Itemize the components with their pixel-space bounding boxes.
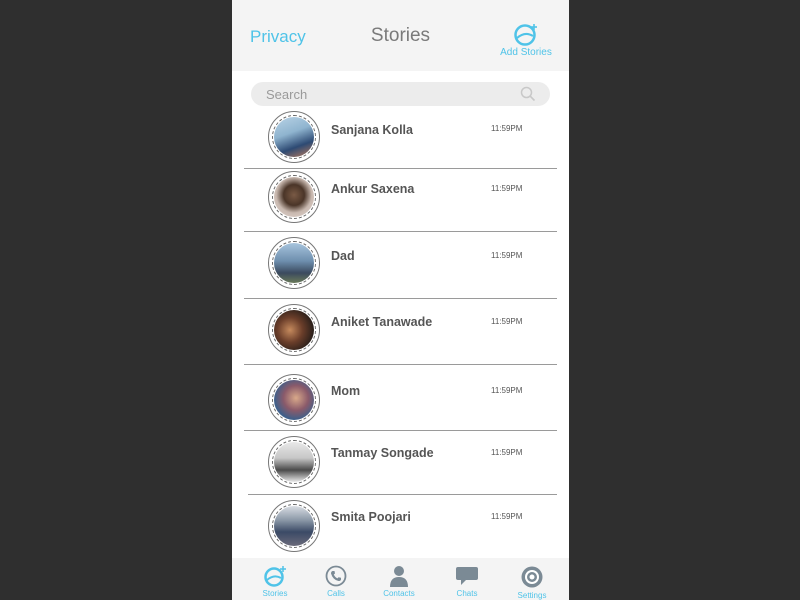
add-stories-icon <box>514 24 537 46</box>
avatar-photo <box>274 177 314 217</box>
tab-label: Chats <box>456 589 478 598</box>
tab-settings[interactable]: Settings <box>502 558 562 600</box>
story-item[interactable]: Tanmay Songade 11:59PM <box>244 436 557 492</box>
avatar-photo <box>274 442 314 482</box>
tab-label: Settings <box>517 591 547 600</box>
avatar-photo <box>274 117 314 157</box>
avatar-photo <box>274 310 314 350</box>
row-divider <box>244 364 557 365</box>
story-item[interactable]: Sanjana Kolla 11:59PM <box>244 111 557 167</box>
phone-screen: Privacy Stories Add Stories Sanjana Kol <box>232 0 569 600</box>
add-stories-button[interactable]: Add Stories <box>496 22 556 58</box>
phone-icon <box>325 565 347 587</box>
story-item[interactable]: Smita Poojari 11:59PM <box>244 500 557 556</box>
story-item[interactable]: Mom 11:59PM <box>244 374 557 428</box>
avatar <box>268 111 320 163</box>
avatar-photo <box>274 243 314 283</box>
contact-name: Dad <box>331 249 355 263</box>
row-divider <box>244 231 557 232</box>
story-item[interactable]: Ankur Saxena 11:59PM <box>244 171 557 229</box>
tab-label: Stories <box>262 589 288 598</box>
contact-name: Aniket Tanawade <box>331 315 433 329</box>
tab-contacts[interactable]: Contacts <box>369 558 429 600</box>
story-timestamp: 11:59PM <box>491 317 523 326</box>
avatar <box>268 500 320 552</box>
contact-name: Mom <box>331 384 361 398</box>
tab-chats[interactable]: Chats <box>437 558 497 600</box>
tab-label: Contacts <box>383 589 415 598</box>
avatar <box>268 304 320 356</box>
avatar-photo <box>274 380 314 420</box>
story-timestamp: 11:59PM <box>491 184 523 193</box>
row-divider <box>244 298 557 299</box>
tab-calls[interactable]: Calls <box>306 558 366 600</box>
search-input[interactable] <box>266 82 506 106</box>
story-timestamp: 11:59PM <box>491 448 523 457</box>
add-stories-label: Add Stories <box>500 47 552 58</box>
avatar <box>268 237 320 289</box>
row-divider <box>244 168 557 169</box>
tab-bar: Stories Calls Contacts Chats Settings <box>232 558 569 600</box>
chat-bubble-icon <box>456 567 478 585</box>
row-divider <box>248 494 557 495</box>
avatar <box>268 436 320 488</box>
contact-name: Tanmay Songade <box>331 446 434 460</box>
row-divider <box>244 430 557 431</box>
story-item[interactable]: Aniket Tanawade 11:59PM <box>244 304 557 362</box>
stories-icon <box>264 566 286 587</box>
story-timestamp: 11:59PM <box>491 251 523 260</box>
avatar <box>268 171 320 223</box>
tab-stories[interactable]: Stories <box>245 558 305 600</box>
story-timestamp: 11:59PM <box>491 386 523 395</box>
story-timestamp: 11:59PM <box>491 124 523 133</box>
contact-name: Sanjana Kolla <box>331 123 413 137</box>
tab-label: Calls <box>327 589 345 598</box>
search-icon[interactable] <box>520 86 536 102</box>
contact-person-icon <box>390 566 408 587</box>
story-timestamp: 11:59PM <box>491 512 523 521</box>
settings-gear-icon <box>521 566 543 588</box>
contact-name: Ankur Saxena <box>331 182 415 196</box>
contact-name: Smita Poojari <box>331 510 411 524</box>
story-item[interactable]: Dad 11:59PM <box>244 237 557 295</box>
avatar <box>268 374 320 426</box>
header-bar: Privacy Stories Add Stories <box>232 0 569 71</box>
avatar-photo <box>274 506 314 546</box>
search-bar <box>251 82 550 106</box>
